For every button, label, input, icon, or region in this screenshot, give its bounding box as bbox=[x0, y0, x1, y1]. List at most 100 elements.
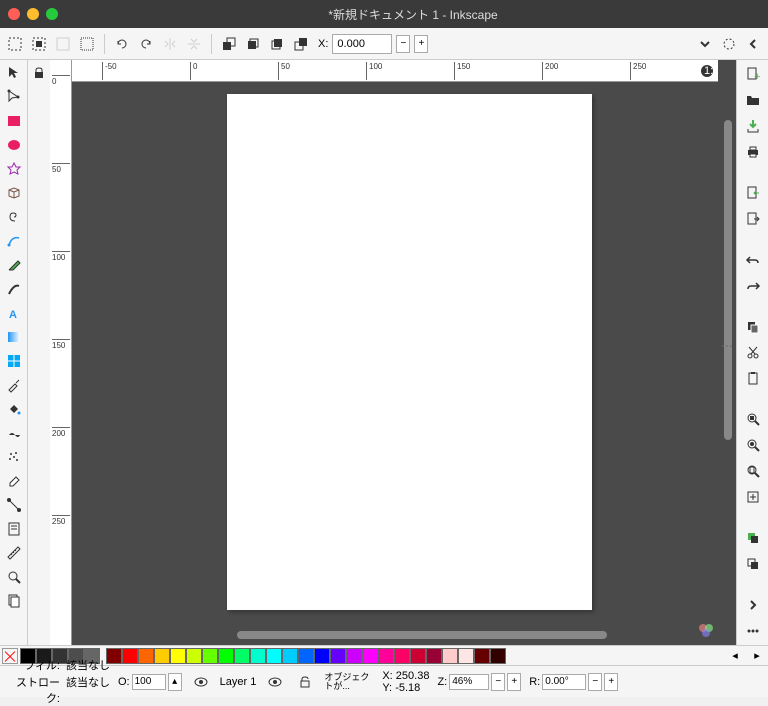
swatch[interactable] bbox=[298, 648, 314, 664]
measure-tool[interactable] bbox=[3, 542, 25, 564]
close-window[interactable] bbox=[8, 8, 20, 20]
snap-icon[interactable] bbox=[718, 33, 740, 55]
zoom-minus[interactable]: − bbox=[491, 673, 505, 691]
lower-icon[interactable] bbox=[266, 33, 288, 55]
rot-minus[interactable]: − bbox=[588, 673, 602, 691]
clone-icon[interactable] bbox=[742, 554, 764, 574]
swatch[interactable] bbox=[442, 648, 458, 664]
zoom-drawing-icon[interactable] bbox=[742, 435, 764, 455]
selector-tool[interactable] bbox=[3, 62, 25, 84]
deselect-icon[interactable] bbox=[52, 33, 74, 55]
scrollbar-vertical[interactable] bbox=[724, 120, 732, 440]
zoom-tool[interactable] bbox=[3, 566, 25, 588]
layer-name[interactable]: Layer 1 bbox=[220, 676, 257, 688]
more-icon[interactable] bbox=[742, 621, 764, 641]
swatch[interactable] bbox=[234, 648, 250, 664]
fill-stroke-display[interactable]: フィル:該当なし ストローク:該当なし bbox=[6, 657, 110, 706]
minimize-window[interactable] bbox=[27, 8, 39, 20]
swatch[interactable] bbox=[202, 648, 218, 664]
cut-icon[interactable] bbox=[742, 342, 764, 362]
rotate-ccw-icon[interactable] bbox=[111, 33, 133, 55]
swatch[interactable] bbox=[170, 648, 186, 664]
swatch[interactable] bbox=[154, 648, 170, 664]
swatch[interactable] bbox=[410, 648, 426, 664]
collapse-icon[interactable] bbox=[742, 33, 764, 55]
paintbucket-tool[interactable] bbox=[3, 398, 25, 420]
swatch[interactable] bbox=[426, 648, 442, 664]
dropdown-icon[interactable] bbox=[694, 33, 716, 55]
ruler-horizontal[interactable]: -50050100150200250 1:1 bbox=[72, 60, 718, 82]
raise-top-icon[interactable] bbox=[218, 33, 240, 55]
lpe-tool[interactable] bbox=[3, 518, 25, 540]
zoom-input[interactable] bbox=[449, 674, 489, 690]
3dbox-tool[interactable] bbox=[3, 182, 25, 204]
swatch[interactable] bbox=[490, 648, 506, 664]
spray-tool[interactable] bbox=[3, 446, 25, 468]
select-all-icon[interactable] bbox=[4, 33, 26, 55]
opacity-spin[interactable]: ▴ bbox=[168, 673, 182, 691]
swatch[interactable] bbox=[378, 648, 394, 664]
mesh-tool[interactable] bbox=[3, 350, 25, 372]
color-display-icon[interactable] bbox=[698, 622, 714, 641]
ruler-corner-icon[interactable]: 1:1 bbox=[696, 60, 718, 81]
lock-icon[interactable] bbox=[28, 62, 50, 84]
export-icon[interactable] bbox=[742, 209, 764, 229]
ruler-vertical[interactable]: 050100150200250 bbox=[50, 60, 72, 645]
new-doc-icon[interactable]: + bbox=[742, 64, 764, 84]
swatch[interactable] bbox=[394, 648, 410, 664]
rotate-cw-icon[interactable] bbox=[135, 33, 157, 55]
select-layer-icon[interactable] bbox=[28, 33, 50, 55]
layer-lock-icon[interactable] bbox=[294, 671, 316, 693]
save-icon[interactable] bbox=[742, 116, 764, 136]
swatch[interactable] bbox=[266, 648, 282, 664]
pages-tool[interactable] bbox=[3, 590, 25, 612]
text-tool[interactable]: A bbox=[3, 302, 25, 324]
maximize-window[interactable] bbox=[46, 8, 58, 20]
flip-h-icon[interactable] bbox=[159, 33, 181, 55]
star-tool[interactable] bbox=[3, 158, 25, 180]
swatch[interactable] bbox=[250, 648, 266, 664]
open-icon[interactable] bbox=[742, 90, 764, 110]
side-handle-icon[interactable]: ⋮ bbox=[720, 340, 734, 352]
no-fill-swatch[interactable] bbox=[2, 648, 18, 664]
palette-menu-icon[interactable]: ▸ bbox=[746, 645, 768, 667]
print-icon[interactable] bbox=[742, 142, 764, 162]
palette-left-icon[interactable]: ◂ bbox=[724, 645, 746, 667]
spiral-tool[interactable] bbox=[3, 206, 25, 228]
rot-plus[interactable]: + bbox=[604, 673, 618, 691]
zoom-page-icon[interactable] bbox=[742, 461, 764, 481]
zoom-plus[interactable]: + bbox=[507, 673, 521, 691]
eraser-tool[interactable] bbox=[3, 470, 25, 492]
dropper-tool[interactable] bbox=[3, 374, 25, 396]
swatch[interactable] bbox=[474, 648, 490, 664]
bezier-tool[interactable] bbox=[3, 230, 25, 252]
redo-icon[interactable] bbox=[742, 276, 764, 296]
calligraphy-tool[interactable] bbox=[3, 278, 25, 300]
swatch[interactable] bbox=[138, 648, 154, 664]
toggle-selection-icon[interactable] bbox=[76, 33, 98, 55]
swatch[interactable] bbox=[314, 648, 330, 664]
import-icon[interactable] bbox=[742, 183, 764, 203]
x-input[interactable] bbox=[332, 34, 392, 54]
gradient-tool[interactable] bbox=[3, 326, 25, 348]
swatch[interactable] bbox=[218, 648, 234, 664]
zoom-selection-icon[interactable] bbox=[742, 409, 764, 429]
swatch[interactable] bbox=[122, 648, 138, 664]
expand-icon[interactable] bbox=[742, 595, 764, 615]
tweak-tool[interactable] bbox=[3, 422, 25, 444]
paste-icon[interactable] bbox=[742, 368, 764, 388]
swatch[interactable] bbox=[330, 648, 346, 664]
x-plus[interactable]: + bbox=[414, 35, 428, 53]
zoom-center-icon[interactable] bbox=[742, 487, 764, 507]
duplicate-icon[interactable] bbox=[742, 528, 764, 548]
rotation-input[interactable] bbox=[542, 674, 586, 690]
pencil-tool[interactable] bbox=[3, 254, 25, 276]
lower-bottom-icon[interactable] bbox=[290, 33, 312, 55]
swatch[interactable] bbox=[282, 648, 298, 664]
x-minus[interactable]: − bbox=[396, 35, 410, 53]
opacity-input[interactable] bbox=[132, 674, 166, 690]
ellipse-tool[interactable] bbox=[3, 134, 25, 156]
flip-v-icon[interactable] bbox=[183, 33, 205, 55]
copy-icon[interactable] bbox=[742, 317, 764, 337]
layer-visible-icon[interactable] bbox=[264, 671, 286, 693]
